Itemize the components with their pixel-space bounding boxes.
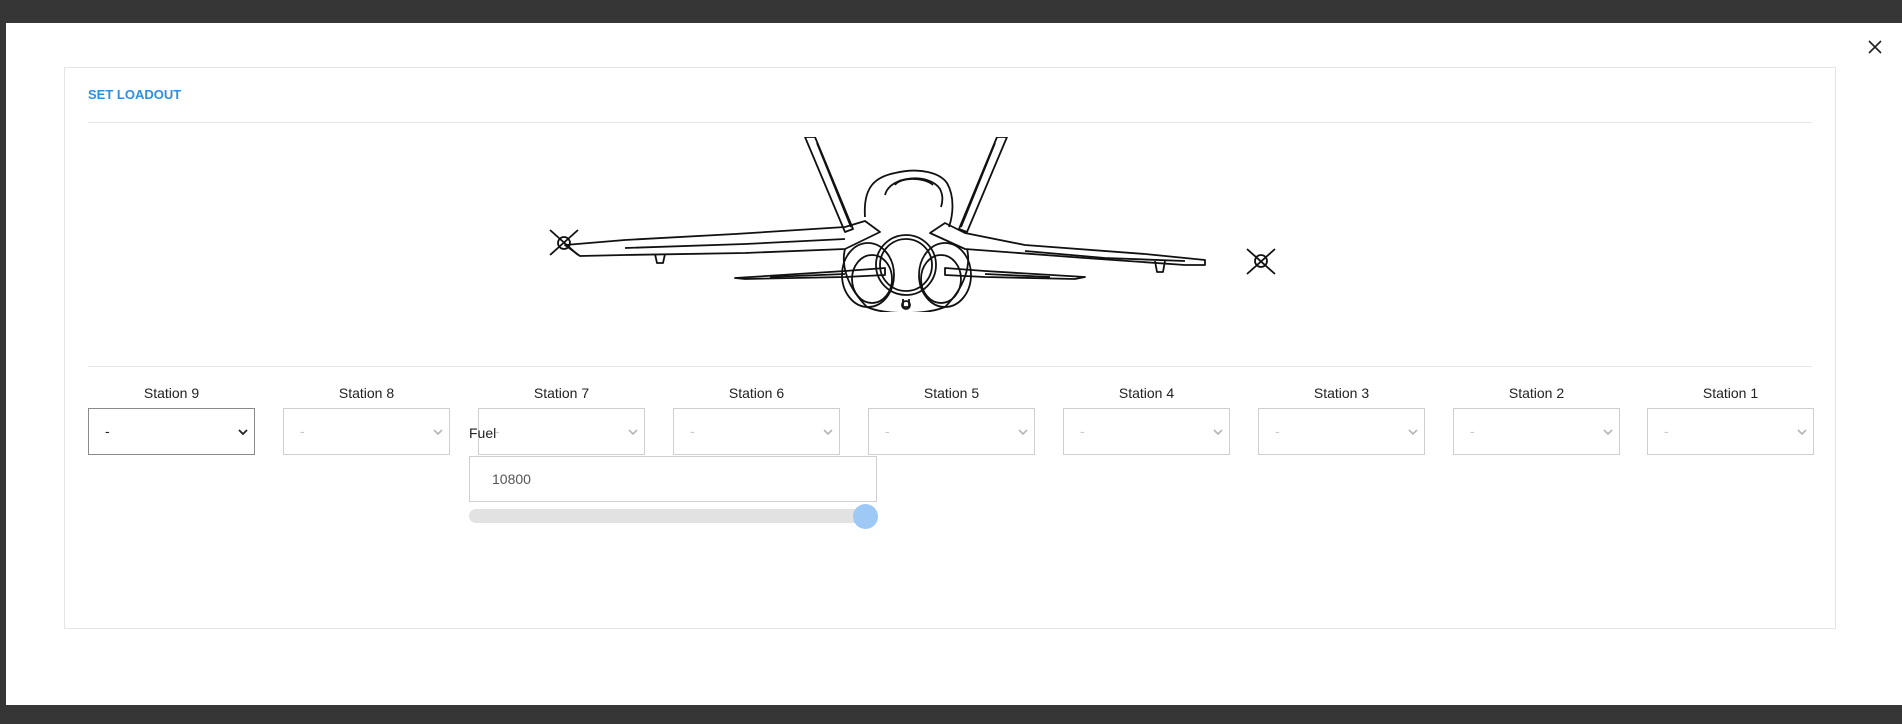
fuel-input[interactable]: 10800 (469, 456, 877, 502)
fuel-slider-track[interactable] (469, 509, 869, 523)
divider (88, 366, 1812, 367)
select-value: - (690, 423, 695, 439)
station-9: Station 9 - (88, 383, 255, 455)
fighter-jet-diagram (549, 137, 1276, 312)
chevron-down-icon (1603, 429, 1613, 436)
close-icon (1868, 40, 1882, 54)
loadout-dialog: SET LOADOUT Station 9 - Station 8 - Stat… (6, 23, 1902, 705)
station-label: Station 6 (728, 385, 785, 401)
chevron-down-icon (238, 429, 248, 436)
station-7: Station 7 - (478, 383, 645, 455)
fuel-slider-thumb[interactable] (853, 504, 878, 529)
select-value: - (1470, 423, 1475, 439)
chevron-down-icon (823, 429, 833, 436)
station-3-select[interactable]: - (1258, 408, 1425, 455)
fuel-label: Fuel (469, 425, 497, 441)
loadout-panel: SET LOADOUT Station 9 - Station 8 - Stat… (64, 67, 1836, 629)
station-3: Station 3 - (1258, 383, 1425, 455)
station-label: Station 7 (533, 385, 590, 401)
station-4: Station 4 - (1063, 383, 1230, 455)
chevron-down-icon (433, 429, 443, 436)
chevron-down-icon (1797, 429, 1807, 436)
select-value: - (885, 423, 890, 439)
close-button[interactable] (1862, 34, 1888, 60)
station-label: Station 8 (338, 385, 395, 401)
station-5: Station 5 - (868, 383, 1035, 455)
station-label: Station 5 (923, 385, 980, 401)
select-value: - (1275, 423, 1280, 439)
select-value: - (105, 423, 110, 439)
station-label: Station 3 (1313, 385, 1370, 401)
divider (88, 122, 1812, 123)
station-7-select[interactable]: - (478, 408, 645, 455)
select-value: - (1664, 423, 1669, 439)
station-2: Station 2 - (1453, 383, 1620, 455)
select-value: - (300, 423, 305, 439)
chevron-down-icon (1213, 429, 1223, 436)
station-selector-row: Station 9 - Station 8 - Station 7 - Stat… (88, 383, 1814, 463)
station-label: Station 1 (1702, 385, 1759, 401)
station-6-select[interactable]: - (673, 408, 840, 455)
chevron-down-icon (1018, 429, 1028, 436)
station-4-select[interactable]: - (1063, 408, 1230, 455)
station-5-select[interactable]: - (868, 408, 1035, 455)
station-8-select[interactable]: - (283, 408, 450, 455)
select-value: - (1080, 423, 1085, 439)
station-label: Station 2 (1508, 385, 1565, 401)
station-9-select[interactable]: - (88, 408, 255, 455)
station-label: Station 9 (143, 385, 200, 401)
station-2-select[interactable]: - (1453, 408, 1620, 455)
station-1-select[interactable]: - (1647, 408, 1814, 455)
dialog-title: SET LOADOUT (88, 87, 182, 102)
chevron-down-icon (1408, 429, 1418, 436)
station-1: Station 1 - (1647, 383, 1814, 455)
station-label: Station 4 (1118, 385, 1175, 401)
station-8: Station 8 - (283, 383, 450, 455)
station-6: Station 6 - (673, 383, 840, 455)
chevron-down-icon (628, 429, 638, 436)
